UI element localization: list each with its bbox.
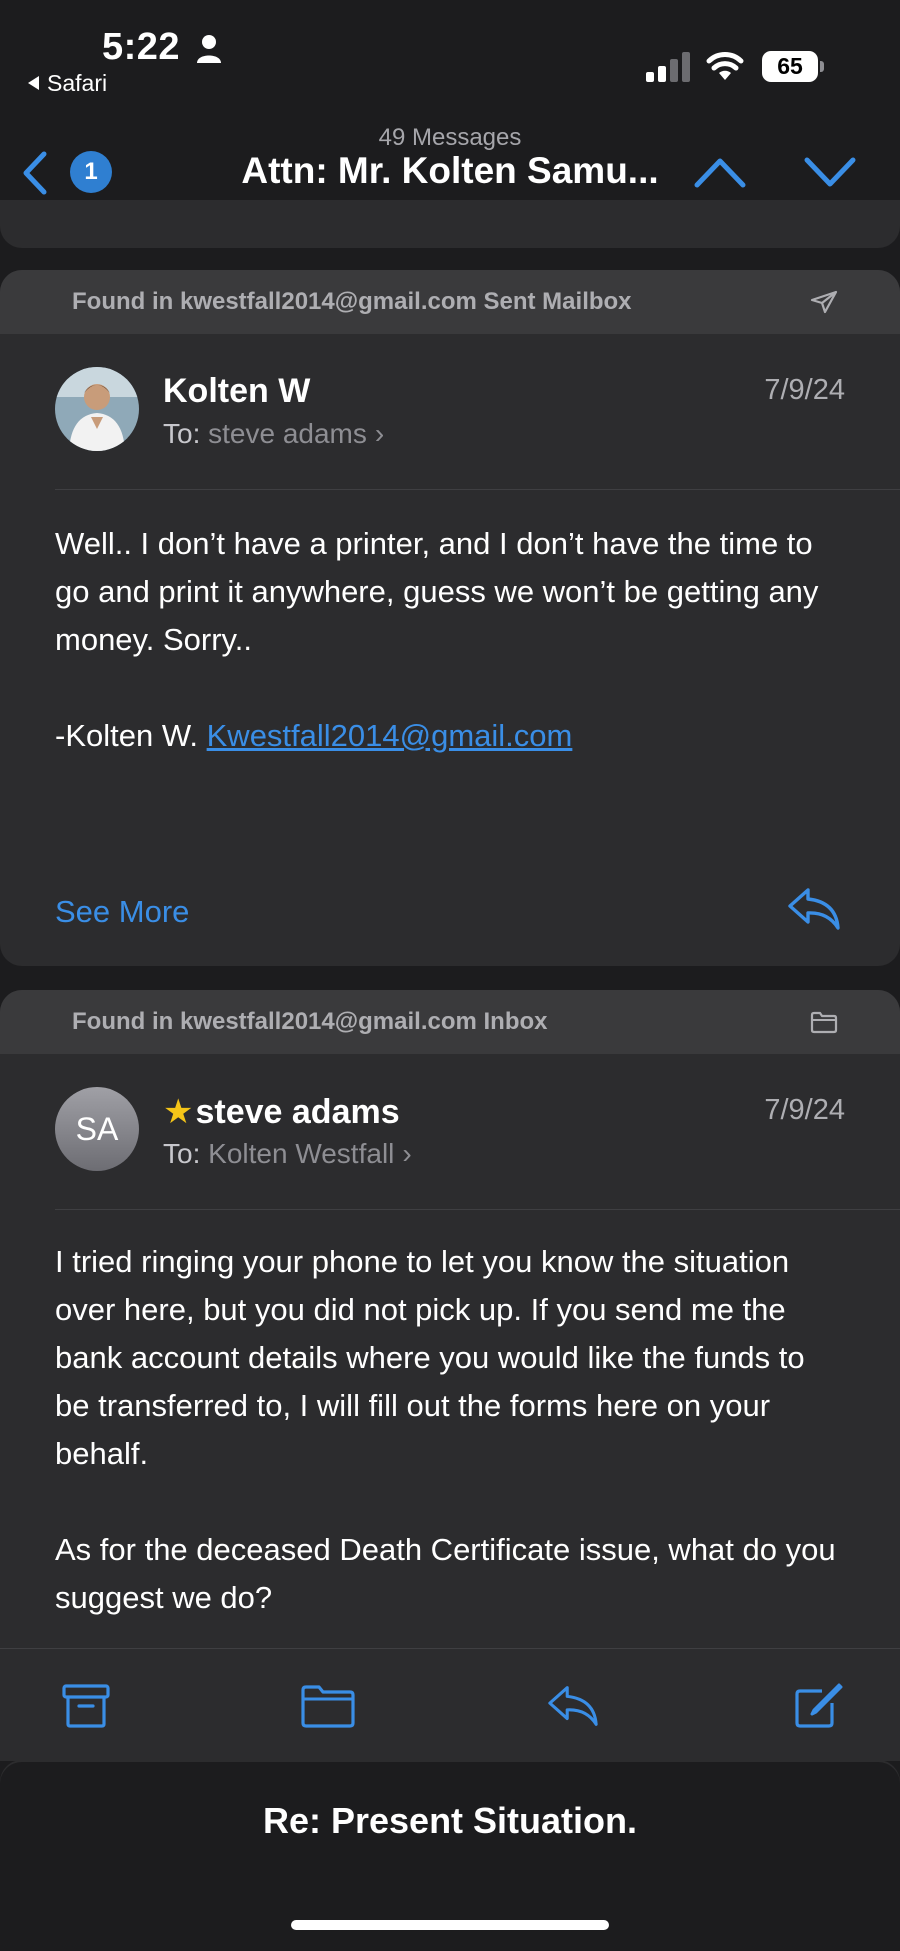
message-body: Well.. I don’t have a printer, and I don… xyxy=(0,490,900,760)
person-icon xyxy=(197,35,221,63)
message-card-kolten[interactable]: Found in kwestfall2014@gmail.com Sent Ma… xyxy=(0,270,900,966)
body-paragraph: As for the deceased Death Certificate is… xyxy=(55,1532,836,1615)
message-card-steve[interactable]: Found in kwestfall2014@gmail.com Inbox S… xyxy=(0,990,900,1760)
sender-name: Kolten W xyxy=(163,372,311,410)
sender-name-row: ★steve adams xyxy=(163,1092,400,1132)
chevron-right-icon: › xyxy=(374,418,385,449)
cellular-signal-icon xyxy=(646,52,690,82)
message-date: 7/9/24 xyxy=(764,374,845,406)
back-app-label: Safari xyxy=(47,70,108,96)
body-paragraph: Well.. I don’t have a printer, and I don… xyxy=(55,526,819,657)
star-icon: ★ xyxy=(163,1093,194,1131)
recipient-name[interactable]: Kolten Westfall xyxy=(208,1138,394,1169)
found-in-banner: Found in kwestfall2014@gmail.com Sent Ma… xyxy=(0,270,900,334)
message-date: 7/9/24 xyxy=(764,1094,845,1126)
to-label: To: xyxy=(163,1138,201,1169)
mail-thread-screen: 5:22 Safari 65 1 49 Messages Attn: Mr. K… xyxy=(0,0,900,1951)
chevron-right-icon: › xyxy=(402,1138,412,1169)
reply-icon[interactable] xyxy=(786,886,842,932)
message-body: I tried ringing your phone to let you kn… xyxy=(0,1210,900,1622)
wifi-icon xyxy=(706,52,744,80)
compose-icon[interactable] xyxy=(792,1683,844,1729)
recipient-name[interactable]: steve adams xyxy=(208,418,367,449)
sender-name: steve adams xyxy=(195,1093,400,1131)
signature: -Kolten W. xyxy=(55,718,198,753)
email-link[interactable]: Kwestfall2014@gmail.com xyxy=(207,718,573,753)
recipient-line[interactable]: To: Kolten Westfall › xyxy=(163,1138,412,1170)
paper-plane-icon xyxy=(810,290,838,314)
reply-icon[interactable] xyxy=(546,1683,600,1729)
back-chevron-icon[interactable] xyxy=(18,150,50,196)
message-count: 49 Messages xyxy=(378,124,522,151)
bottom-subject: Re: Present Situation. xyxy=(262,1800,638,1841)
folder-icon[interactable] xyxy=(300,1683,356,1729)
recipient-line[interactable]: To: steve adams › xyxy=(163,418,384,450)
next-message-chevron-down-icon[interactable] xyxy=(804,156,856,188)
avatar-initials: SA xyxy=(55,1087,139,1171)
avatar-kolten xyxy=(55,367,139,451)
battery-level: 65 xyxy=(777,53,803,79)
found-in-banner: Found in kwestfall2014@gmail.com Inbox xyxy=(0,990,900,1054)
battery-indicator: 65 xyxy=(762,51,824,82)
sender-header[interactable]: Kolten W To: steve adams › 7/9/24 xyxy=(55,334,900,490)
thread-title: Attn: Mr. Kolten Samu... xyxy=(241,150,659,191)
found-in-label: Found in kwestfall2014@gmail.com Inbox xyxy=(72,1008,548,1035)
found-in-label: Found in kwestfall2014@gmail.com Sent Ma… xyxy=(72,288,632,315)
home-indicator[interactable] xyxy=(291,1920,609,1930)
to-label: To: xyxy=(163,418,201,449)
battery-tip xyxy=(820,61,824,72)
previous-message-chevron-up-icon[interactable] xyxy=(694,156,746,188)
signature-line: -Kolten W. Kwestfall2014@gmail.com xyxy=(55,712,845,760)
previous-message-card-edge[interactable] xyxy=(0,200,900,248)
back-to-safari[interactable]: Safari xyxy=(28,70,107,97)
status-time: 5:22 xyxy=(102,26,181,68)
sender-header[interactable]: SA ★steve adams To: Kolten Westfall › 7/9… xyxy=(55,1054,900,1210)
see-more-link[interactable]: See More xyxy=(55,894,189,930)
body-paragraph: I tried ringing your phone to let you kn… xyxy=(55,1244,805,1471)
back-triangle-icon xyxy=(28,76,39,90)
folder-icon xyxy=(810,1011,838,1034)
message-toolbar xyxy=(0,1648,900,1761)
archive-icon[interactable] xyxy=(60,1683,112,1729)
unread-count-badge[interactable]: 1 xyxy=(70,151,112,193)
